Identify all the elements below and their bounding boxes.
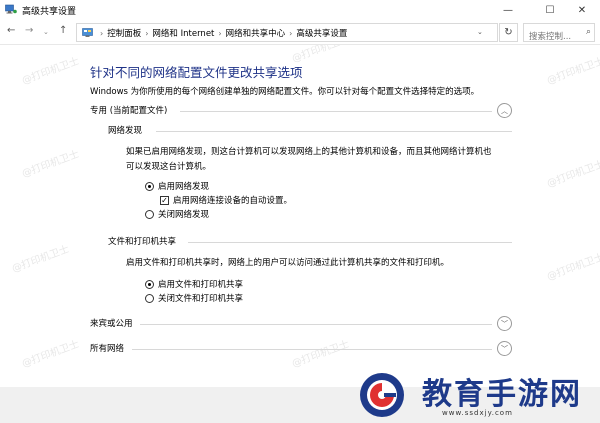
radio-unselected-icon[interactable] <box>145 209 154 219</box>
breadcrumb-separator: › <box>218 29 222 38</box>
watermark: @打印机卫士 <box>20 148 81 180</box>
breadcrumb-separator: › <box>289 29 293 38</box>
radio-unselected-icon[interactable] <box>145 293 154 303</box>
address-bar[interactable]: › 控制面板 › 网络和 Internet › 网络和共享中心 › 高级共享设置 ⌄ <box>76 23 498 42</box>
collapse-chevron-up-icon[interactable]: ︿ <box>497 103 512 118</box>
divider <box>188 242 512 243</box>
expand-chevron-down-icon[interactable]: ﹀ <box>497 316 512 331</box>
expand-chevron-down-icon[interactable]: ﹀ <box>497 341 512 356</box>
subsection-file-printer-sharing: 文件和打印机共享 <box>108 235 512 249</box>
divider <box>140 324 492 325</box>
back-arrow-icon[interactable]: ← <box>7 25 15 36</box>
watermark: @打印机卫士 <box>545 158 600 190</box>
control-panel-icon <box>82 28 93 37</box>
file-printer-sharing-desc: 启用文件和打印机共享时，网络上的用户可以访问通过此计算机共享的文件和打印机。 <box>126 258 450 268</box>
radio-disable-sharing[interactable]: 关闭文件和打印机共享 <box>145 292 243 304</box>
subsection-network-discovery: 网络发现 <box>108 124 512 138</box>
network-sharing-icon <box>5 4 17 14</box>
breadcrumb: › 控制面板 › 网络和 Internet › 网络和共享中心 › 高级共享设置 <box>96 27 347 39</box>
logo-mark-icon <box>360 373 404 417</box>
radio-selected-icon[interactable] <box>145 279 154 289</box>
breadcrumb-network-internet[interactable]: 网络和 Internet <box>152 29 214 39</box>
breadcrumb-separator: › <box>145 29 149 38</box>
radio-disable-discovery-label: 关闭网络发现 <box>158 210 210 220</box>
network-discovery-desc-line1: 如果已启用网络发现，则这台计算机可以发现网络上的其他计算机和设备，而且其他网络计… <box>126 147 492 157</box>
section-all-networks-label: 所有网络 <box>90 344 125 354</box>
watermark: @打印机卫士 <box>20 55 81 87</box>
section-all-networks[interactable]: 所有网络 ﹀ <box>90 341 512 357</box>
section-guest-public[interactable]: 来宾或公用 ﹀ <box>90 316 512 332</box>
section-private-label: 专用 (当前配置文件) <box>90 106 168 116</box>
breadcrumb-control-panel[interactable]: 控制面板 <box>107 29 141 39</box>
up-arrow-icon[interactable]: ↑ <box>59 25 67 36</box>
title-bar: 高级共享设置 — ☐ ✕ <box>0 0 600 20</box>
breadcrumb-separator: › <box>100 29 104 38</box>
radio-enable-sharing[interactable]: 启用文件和打印机共享 <box>145 278 243 290</box>
radio-enable-sharing-label: 启用文件和打印机共享 <box>158 280 244 290</box>
close-button[interactable]: ✕ <box>562 0 600 20</box>
checkbox-checked-icon[interactable]: ✓ <box>160 195 169 205</box>
section-private[interactable]: 专用 (当前配置文件) ︿ <box>90 103 512 119</box>
watermark: @打印机卫士 <box>10 243 71 275</box>
network-discovery-desc: 如果已启用网络发现，则这台计算机可以发现网络上的其他计算机和设备，而且其他网络计… <box>126 145 492 175</box>
file-printer-sharing-label: 文件和打印机共享 <box>108 237 177 247</box>
intro-text: Windows 为你所使用的每个网络创建单独的网络配置文件。你可以针对每个配置文… <box>90 87 480 97</box>
divider <box>180 111 492 112</box>
breadcrumb-network-sharing-center[interactable]: 网络和共享中心 <box>226 29 286 39</box>
breadcrumb-advanced-sharing[interactable]: 高级共享设置 <box>296 29 347 39</box>
watermark: @打印机卫士 <box>545 55 600 87</box>
radio-enable-discovery-label: 启用网络发现 <box>158 182 210 192</box>
recent-locations-dropdown-icon[interactable]: ⌄ <box>43 28 49 36</box>
search-icon[interactable]: ⌕ <box>586 27 591 37</box>
minimize-button[interactable]: — <box>488 0 528 20</box>
divider <box>156 131 512 132</box>
refresh-button[interactable]: ↻ <box>499 23 518 42</box>
search-input[interactable] <box>524 29 582 45</box>
checkbox-auto-setup[interactable]: ✓ 启用网络连接设备的自动设置。 <box>160 194 292 206</box>
radio-selected-icon[interactable] <box>145 181 154 191</box>
radio-disable-sharing-label: 关闭文件和打印机共享 <box>158 294 244 304</box>
search-box[interactable]: ⌕ <box>523 23 595 45</box>
radio-enable-discovery[interactable]: 启用网络发现 <box>145 180 209 192</box>
section-guest-public-label: 来宾或公用 <box>90 319 133 329</box>
window-title: 高级共享设置 <box>22 7 77 17</box>
address-toolbar: ← → ⌄ ↑ › 控制面板 › 网络和 Internet › 网络和共享中心 › 高级共享设… <box>0 20 600 45</box>
page-title: 针对不同的网络配置文件更改共享选项 <box>90 65 303 80</box>
site-logo: 教育手游网 www.ssdxjy.com <box>350 365 600 423</box>
watermark: @打印机卫士 <box>20 338 81 370</box>
network-discovery-label: 网络发现 <box>108 126 143 136</box>
divider <box>132 349 492 350</box>
checkbox-auto-setup-label: 启用网络连接设备的自动设置。 <box>173 196 293 206</box>
logo-brand-text: 教育手游网 <box>422 377 582 412</box>
radio-disable-discovery[interactable]: 关闭网络发现 <box>145 208 209 220</box>
watermark: @打印机卫士 <box>545 251 600 283</box>
forward-arrow-icon[interactable]: → <box>25 25 33 36</box>
address-dropdown-icon[interactable]: ⌄ <box>477 28 483 36</box>
logo-url-text: www.ssdxjy.com <box>442 409 513 417</box>
network-discovery-desc-line2: 可以发现这台计算机。 <box>126 162 212 172</box>
